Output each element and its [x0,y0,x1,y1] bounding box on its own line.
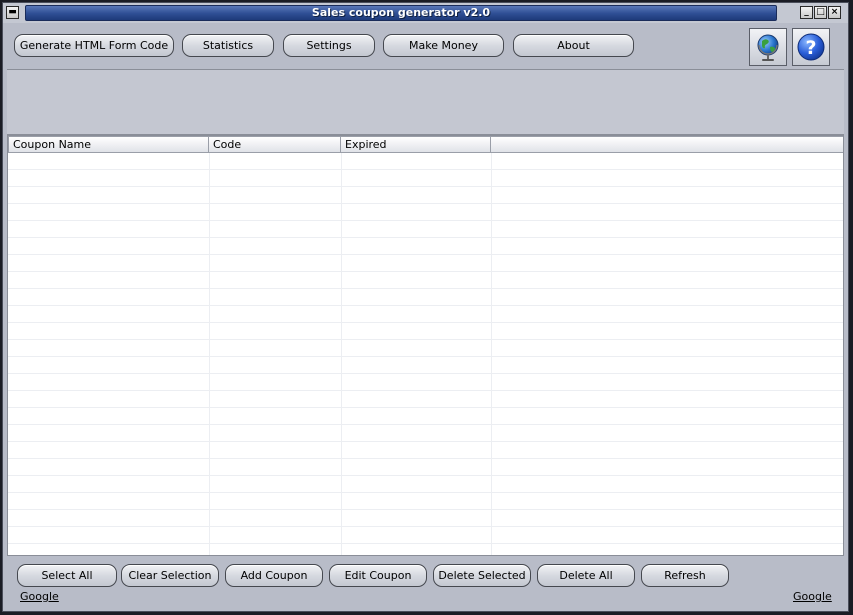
window-menu-button[interactable]: ▬ [6,6,19,19]
globe-icon [757,34,779,61]
help-button[interactable]: ? [792,28,830,66]
help-icon: ? [797,33,825,61]
add-coupon-button[interactable]: Add Coupon [225,564,323,587]
column-header-expired[interactable]: Expired [341,136,491,153]
refresh-button[interactable]: Refresh [641,564,729,587]
close-button[interactable]: × [828,6,841,19]
info-panel [7,69,844,135]
action-bar: Select All Clear Selection Add Coupon Ed… [7,556,844,611]
delete-all-button[interactable]: Delete All [537,564,635,587]
coupon-table: Coupon Name Code Expired [7,135,844,556]
select-all-button[interactable]: Select All [17,564,117,587]
about-button[interactable]: About [513,34,634,57]
table-body[interactable] [8,153,843,555]
table-header: Coupon Name Code Expired [8,136,843,153]
maximize-button[interactable]: □ [814,6,827,19]
column-header-empty[interactable] [491,136,843,153]
google-link-left[interactable]: Google [20,590,59,603]
app-window: ▬ Sales coupon generator v2.0 _ □ × Gene… [2,2,849,612]
column-header-code[interactable]: Code [209,136,341,153]
column-divider [209,153,210,555]
window-title: Sales coupon generator v2.0 [25,5,777,21]
generate-html-form-code-button[interactable]: Generate HTML Form Code [14,34,174,57]
column-header-coupon-name[interactable]: Coupon Name [8,136,209,153]
web-button[interactable] [749,28,787,66]
make-money-button[interactable]: Make Money [383,34,504,57]
clear-selection-button[interactable]: Clear Selection [121,564,219,587]
svg-text:?: ? [805,37,816,59]
delete-selected-button[interactable]: Delete Selected [433,564,531,587]
google-link-right[interactable]: Google [793,590,832,603]
settings-button[interactable]: Settings [283,34,375,57]
title-bar: ▬ Sales coupon generator v2.0 _ □ × [3,3,848,23]
edit-coupon-button[interactable]: Edit Coupon [329,564,427,587]
toolbar: Generate HTML Form Code Statistics Setti… [3,25,848,69]
column-divider [341,153,342,555]
column-divider [491,153,492,555]
minimize-button[interactable]: _ [800,6,813,19]
statistics-button[interactable]: Statistics [182,34,274,57]
